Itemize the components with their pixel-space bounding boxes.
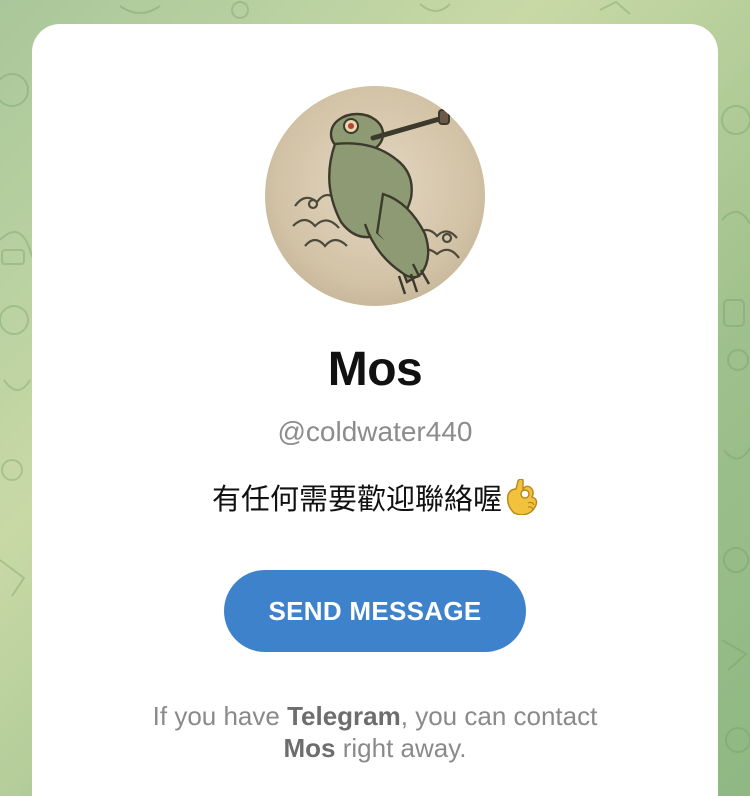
- frog-avatar[interactable]: [265, 86, 485, 306]
- footer-text-part3: right away.: [335, 733, 467, 763]
- footer-contact-name: Mos: [283, 733, 336, 763]
- username-handle[interactable]: @coldwater440: [32, 416, 718, 448]
- footer-text-part1: If you have: [152, 701, 288, 731]
- footer-note: If you have Telegram, you can contact Mos…: [92, 700, 658, 764]
- footer-text-part2: , you can contact: [400, 701, 598, 731]
- display-name: Mos: [327, 343, 423, 396]
- send-message-button[interactable]: SEND MESSAGE: [224, 570, 526, 652]
- profile-card: Mos @coldwater440 有任何需要歡迎聯絡喔 SEND MESSAG…: [32, 24, 718, 796]
- bio-text: 有任何需要歡迎聯絡喔: [211, 482, 502, 516]
- bio: 有任何需要歡迎聯絡喔: [32, 476, 718, 518]
- ok-hand-emoji-icon: [506, 478, 538, 516]
- footer-app-name: Telegram: [287, 701, 401, 731]
